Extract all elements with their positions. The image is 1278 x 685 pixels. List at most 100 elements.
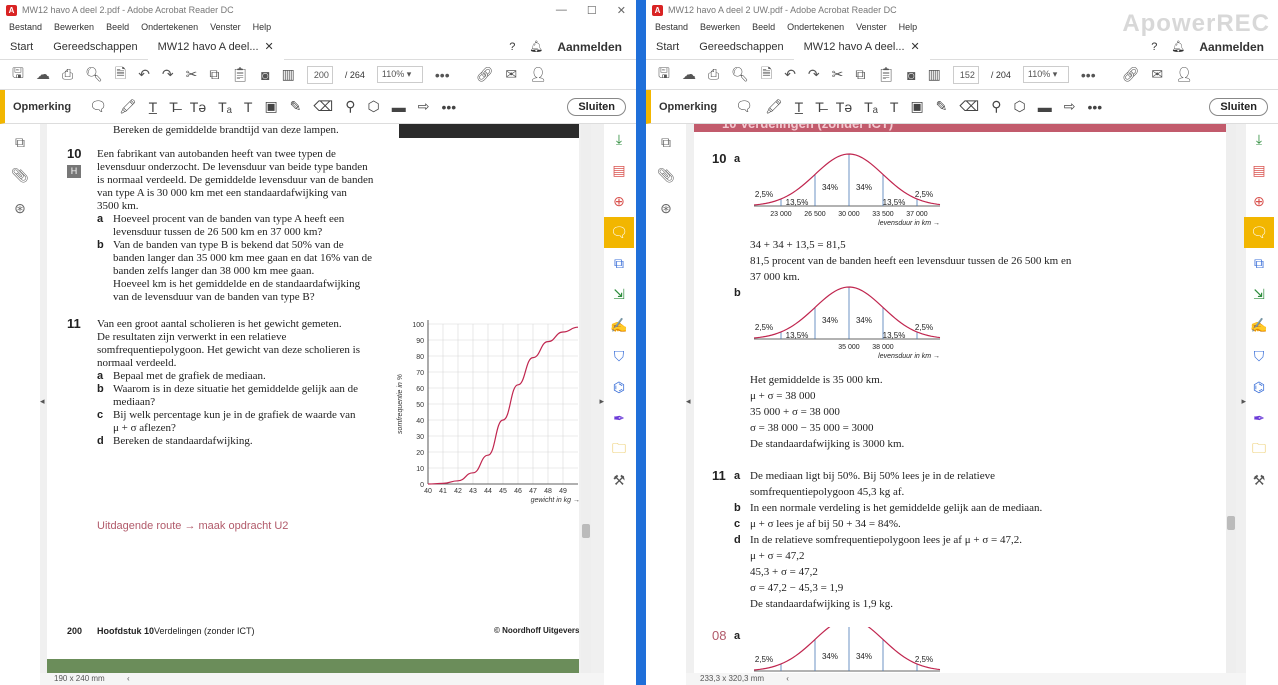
menu-ondertekenen[interactable]: Ondertekenen — [141, 22, 198, 32]
mail-icon[interactable]: ✉ — [505, 66, 517, 83]
arrow-icon[interactable]: ⇨ — [418, 98, 430, 115]
search-icon[interactable]: 🔍︎ — [731, 66, 749, 83]
share-icon[interactable]: 🗀 — [1244, 434, 1274, 465]
paste-icon[interactable]: 📋︎ — [877, 66, 895, 83]
text-box-icon[interactable]: ▣ — [264, 98, 277, 115]
vertical-scrollbar[interactable] — [1226, 124, 1236, 673]
pages-icon[interactable]: ⧉ — [661, 134, 671, 151]
search-icon[interactable]: 🔍︎ — [85, 66, 103, 83]
close-comment-button[interactable]: Sluiten — [1209, 97, 1268, 116]
attachment-icon[interactable]: 📎︎ — [11, 167, 29, 184]
export-pdf-icon[interactable]: ⤓ — [604, 124, 634, 155]
menu-bewerken[interactable]: Bewerken — [54, 22, 94, 32]
snapshot-icon[interactable]: ◙ — [261, 67, 269, 83]
vertical-scrollbar[interactable] — [581, 124, 591, 673]
menu-help[interactable]: Help — [899, 22, 918, 32]
protect-icon[interactable]: ⛉ — [604, 341, 634, 372]
snapshot-icon[interactable]: ◙ — [907, 67, 915, 83]
tab-document[interactable]: MW12 havo A deel... ✕ — [793, 33, 930, 60]
scroll-thumb[interactable] — [1227, 516, 1235, 530]
stamp-icon[interactable]: ⚲ — [345, 98, 355, 115]
paste-icon[interactable]: 📋︎ — [231, 66, 249, 83]
create-pdf-icon[interactable]: ⊕ — [1244, 186, 1274, 217]
more-tools-icon[interactable]: ⚒ — [604, 465, 634, 496]
pencil-icon[interactable]: ✎ — [290, 98, 302, 115]
tab-start[interactable]: Start — [0, 34, 43, 60]
eraser-icon[interactable]: ⌫ — [313, 98, 333, 115]
challenge-route-link[interactable]: Uitdagende route → maak opdracht U2 — [97, 520, 288, 532]
text-box-icon[interactable]: ▣ — [910, 98, 923, 115]
menu-beeld[interactable]: Beeld — [752, 22, 775, 32]
page-number-input[interactable]: 200 — [306, 65, 333, 84]
undo-icon[interactable]: ↶ — [138, 66, 150, 83]
more-icon[interactable]: ••• — [1081, 67, 1096, 83]
save-icon[interactable]: 🖫 — [12, 63, 24, 87]
tab-tools[interactable]: Gereedschappen — [689, 34, 793, 60]
strikethrough-icon[interactable]: T̶ — [169, 99, 178, 115]
fill-sign-icon[interactable]: ✍ — [1244, 310, 1274, 341]
prev-page-arrow-icon[interactable]: ◂ — [40, 396, 45, 407]
mail-icon[interactable]: ✉ — [1151, 66, 1163, 83]
fill-sign-icon[interactable]: ✍ — [604, 310, 634, 341]
pencil-icon[interactable]: ✎ — [936, 98, 948, 115]
line-icon[interactable]: ▬ — [392, 99, 406, 115]
layers-icon[interactable]: ⊛ — [660, 200, 672, 217]
upload-icon[interactable]: ☁ — [36, 66, 50, 83]
file-icon[interactable]: 🗎 — [115, 63, 126, 87]
more-tools-icon[interactable]: ⚒ — [1244, 465, 1274, 496]
pages-icon[interactable]: ⧉ — [15, 134, 25, 151]
strikethrough-icon[interactable]: T̶ — [815, 99, 824, 115]
insert-text-icon[interactable]: Tₐ — [218, 99, 232, 115]
send-signature-icon[interactable]: ✒ — [1244, 403, 1274, 434]
zoom-select[interactable]: 110% ▾ — [1022, 66, 1069, 83]
more-icon[interactable]: ••• — [435, 67, 450, 83]
replace-text-icon[interactable]: Tə — [836, 99, 852, 115]
save-icon[interactable]: 🖫 — [658, 63, 670, 87]
layers-icon[interactable]: ⊛ — [14, 200, 26, 217]
scroll-left-icon[interactable]: ‹ — [786, 674, 789, 683]
create-pdf-icon[interactable]: ⊕ — [604, 186, 634, 217]
tab-start[interactable]: Start — [646, 34, 689, 60]
add-user-icon[interactable]: 👤︎ — [1175, 66, 1193, 83]
bell-icon[interactable]: 🔔︎ — [1171, 40, 1185, 53]
highlighter-icon[interactable]: 🖍︎ — [119, 98, 137, 115]
close-icon[interactable]: ✕ — [617, 4, 626, 17]
help-icon[interactable]: ? — [1151, 41, 1157, 53]
export-pdf-icon[interactable]: ⤓ — [1244, 124, 1274, 155]
menu-bewerken[interactable]: Bewerken — [700, 22, 740, 32]
share-icon[interactable]: 🗀 — [604, 434, 634, 465]
arrow-icon[interactable]: ⇨ — [1064, 98, 1076, 115]
zoom-select[interactable]: 110% ▾ — [376, 66, 423, 83]
attachment-icon[interactable]: 📎︎ — [657, 167, 675, 184]
sign-in-button[interactable]: Aanmelden — [557, 40, 622, 54]
scan-icon[interactable]: ⌬ — [604, 372, 634, 403]
bell-icon[interactable]: 🔔︎ — [529, 40, 543, 53]
shape-icon[interactable]: ⬡ — [367, 98, 379, 115]
sticky-note-icon[interactable]: 🗨 — [89, 98, 107, 115]
underline-text-icon[interactable]: T̲ — [795, 99, 804, 115]
copy-icon[interactable]: ⧉ — [209, 66, 219, 83]
tab-close-icon[interactable]: ✕ — [911, 41, 920, 53]
compress-icon[interactable]: ⇲ — [1244, 279, 1274, 310]
line-icon[interactable]: ▬ — [1038, 99, 1052, 115]
print-icon[interactable]: ⎙ — [62, 66, 73, 83]
add-text-icon[interactable]: T — [244, 99, 253, 115]
menu-beeld[interactable]: Beeld — [106, 22, 129, 32]
scroll-left-icon[interactable]: ‹ — [127, 674, 130, 683]
combine-icon[interactable]: ⧉ — [1244, 248, 1274, 279]
print-icon[interactable]: ⎙ — [708, 66, 719, 83]
eraser-icon[interactable]: ⌫ — [959, 98, 979, 115]
add-text-icon[interactable]: T — [890, 99, 899, 115]
file-icon[interactable]: 🗎 — [761, 63, 772, 87]
cut-icon[interactable]: ✂ — [832, 66, 844, 83]
protect-icon[interactable]: ⛉ — [1244, 341, 1274, 372]
document-viewer[interactable]: ◂ ▸ 10 Verdelingen (zonder ICT) 10 a 2,5… — [686, 124, 1246, 685]
help-icon[interactable]: ? — [509, 41, 515, 53]
insert-text-icon[interactable]: Tₐ — [864, 99, 878, 115]
document-viewer[interactable]: ◂ ▸ Bereken de gemiddelde brandtijd van … — [40, 124, 604, 685]
organize-icon[interactable]: ▤ — [1244, 155, 1274, 186]
menu-venster[interactable]: Venster — [210, 22, 241, 32]
page-view-icon[interactable]: ▥ — [282, 66, 295, 83]
page-view-icon[interactable]: ▥ — [928, 66, 941, 83]
tab-document[interactable]: MW12 havo A deel... ✕ — [147, 33, 284, 60]
